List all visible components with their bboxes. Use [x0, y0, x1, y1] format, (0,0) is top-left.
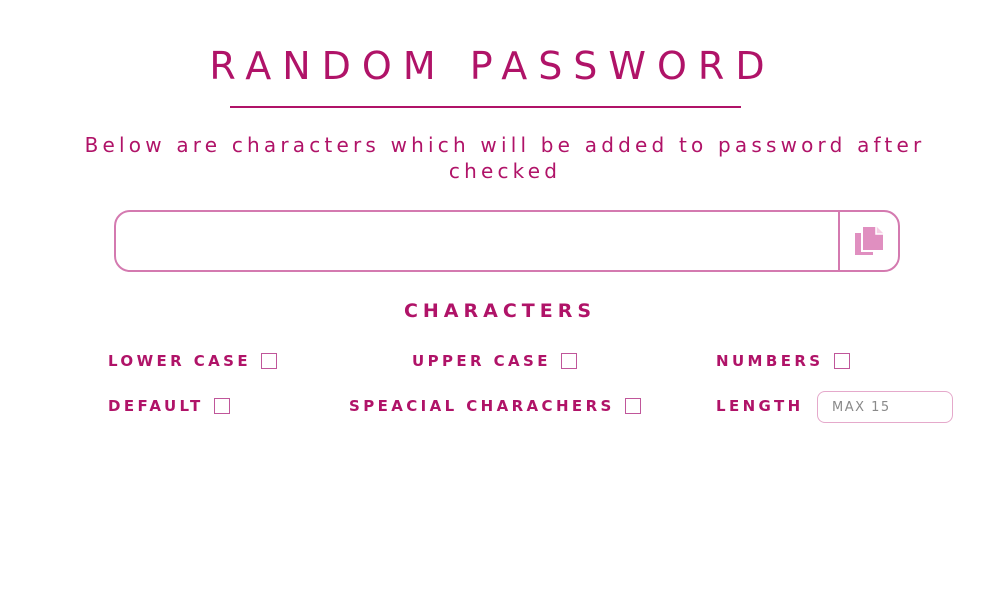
lower-case-label: LOWER CASE: [108, 352, 252, 370]
option-special-characters: SPEACIAL CHARACHERS: [349, 394, 641, 418]
special-characters-checkbox[interactable]: [624, 398, 641, 414]
page-subtitle: Below are characters which will be added…: [84, 133, 926, 183]
password-output-field[interactable]: [116, 212, 840, 270]
page-title: RANDOM PASSWORD: [209, 44, 776, 88]
default-label: DEFAULT: [108, 397, 204, 415]
length-input[interactable]: [817, 391, 953, 423]
default-checkbox[interactable]: [213, 398, 230, 414]
numbers-label: NUMBERS: [716, 352, 824, 370]
lower-case-checkbox[interactable]: [261, 353, 278, 369]
title-divider: [230, 106, 741, 108]
upper-case-checkbox[interactable]: [560, 353, 577, 369]
option-default: DEFAULT: [108, 394, 230, 418]
option-length: LENGTH: [716, 394, 804, 418]
password-output-box: [114, 210, 900, 272]
characters-heading: CHARACTERS: [403, 300, 597, 322]
upper-case-label: UPPER CASE: [412, 352, 551, 370]
option-lower-case: LOWER CASE: [108, 349, 278, 373]
copy-button[interactable]: [838, 212, 898, 270]
numbers-checkbox[interactable]: [833, 353, 850, 369]
option-numbers: NUMBERS: [716, 349, 850, 373]
option-upper-case: UPPER CASE: [412, 349, 577, 373]
length-label: LENGTH: [716, 397, 804, 415]
special-characters-label: SPEACIAL CHARACHERS: [349, 397, 615, 415]
copy-icon: [855, 225, 885, 255]
